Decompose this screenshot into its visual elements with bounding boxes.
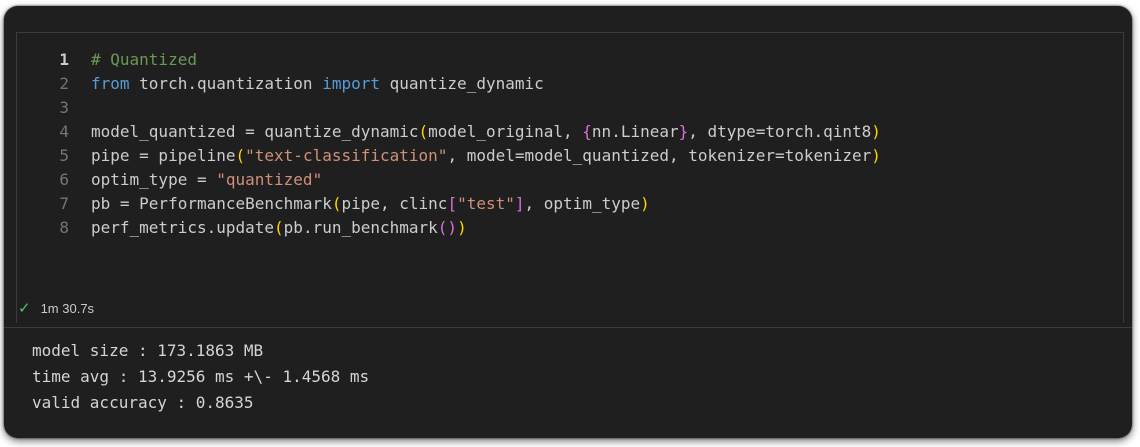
cell-output: model size : 173.1863 MB time avg : 13.9…	[32, 338, 369, 416]
code-editor[interactable]: 1 # Quantized 2 from torch.quantization imp…	[17, 48, 1123, 240]
code-token: ()	[437, 218, 458, 237]
code-token: nn.Linear	[591, 122, 679, 141]
execution-time: 1m 30.7s	[40, 301, 95, 316]
output-divider	[4, 327, 1132, 328]
code-text: perf_metrics.update(pb.run_benchmark())	[91, 216, 467, 240]
code-text: pb = PerformanceBenchmark(pipe, clinc["t…	[91, 192, 650, 216]
code-line[interactable]: 7 pb = PerformanceBenchmark(pipe, clinc["…	[17, 192, 1123, 216]
code-token: quantize_dynamic	[379, 74, 544, 93]
output-line: model size : 173.1863 MB	[32, 341, 264, 360]
code-line[interactable]: 4 model_quantized = quantize_dynamic(mode…	[17, 120, 1123, 144]
code-token: perf_metrics.update	[91, 218, 275, 237]
line-number: 1	[59, 50, 69, 69]
code-token: )	[640, 194, 650, 213]
line-number: 6	[59, 170, 69, 189]
code-token: optim_type =	[91, 170, 217, 189]
line-number: 8	[59, 218, 69, 237]
output-line: valid accuracy : 0.8635	[32, 393, 254, 412]
code-token: , model=model_quantized, tokenizer=token…	[447, 146, 872, 165]
code-line[interactable]: 5 pipe = pipeline("text-classification", …	[17, 144, 1123, 168]
code-token: [	[447, 194, 458, 213]
code-token: (	[418, 122, 429, 141]
line-number: 3	[59, 98, 69, 117]
code-line[interactable]: 1 # Quantized	[17, 48, 1123, 72]
code-token: import	[322, 74, 380, 93]
code-text: model_quantized = quantize_dynamic(model…	[91, 120, 881, 144]
code-token: model_original,	[428, 122, 583, 141]
code-token: pipe = pipeline	[91, 146, 236, 165]
code-line[interactable]: 6 optim_type = "quantized"	[17, 168, 1123, 192]
output-line: time avg : 13.9256 ms +\- 1.4568 ms	[32, 367, 370, 386]
code-token: "quantized"	[216, 170, 323, 189]
code-token: , optim_type	[524, 194, 641, 213]
code-cell[interactable]: 1 # Quantized 2 from torch.quantization imp…	[16, 32, 1124, 323]
code-token: torch.quantization	[129, 74, 323, 93]
code-token: , dtype=torch.qint8	[688, 122, 872, 141]
line-number: 7	[59, 194, 69, 213]
line-number: 2	[59, 74, 69, 93]
code-token: pb.run_benchmark	[283, 218, 438, 237]
code-token: "test"	[457, 194, 515, 213]
code-token: (	[235, 146, 246, 165]
check-icon: ✓	[18, 300, 31, 317]
line-number: 4	[59, 122, 69, 141]
code-token: pipe, clinc	[341, 194, 448, 213]
notebook-frame: 1 # Quantized 2 from torch.quantization imp…	[4, 6, 1132, 438]
code-token: "text-classification"	[245, 146, 448, 165]
code-token: )	[871, 122, 881, 141]
code-line[interactable]: 8 perf_metrics.update(pb.run_benchmark())	[17, 216, 1123, 240]
code-token: )	[457, 218, 467, 237]
code-line[interactable]: 2 from torch.quantization import quantize…	[17, 72, 1123, 96]
code-token: }	[678, 122, 689, 141]
code-token: ]	[514, 194, 525, 213]
code-line[interactable]: 3	[17, 96, 1123, 120]
code-text: optim_type = "quantized"	[91, 168, 322, 192]
code-text: # Quantized	[91, 48, 197, 72]
code-token: {	[582, 122, 592, 141]
code-text: pipe = pipeline("text-classification", m…	[91, 144, 881, 168]
code-token: model_quantized = quantize_dynamic	[91, 122, 419, 141]
line-number: 5	[59, 146, 69, 165]
cell-status: ✓ 1m 30.7s	[18, 297, 94, 321]
code-token: )	[871, 146, 881, 165]
code-text: from torch.quantization import quantize_…	[91, 72, 544, 96]
code-token: # Quantized	[91, 50, 197, 69]
code-token: (	[274, 218, 284, 237]
code-token: pb = PerformanceBenchmark	[91, 194, 332, 213]
code-token: from	[91, 74, 130, 93]
